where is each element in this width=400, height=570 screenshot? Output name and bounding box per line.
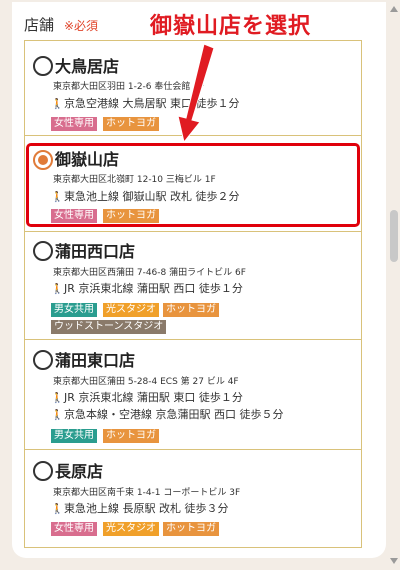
scroll-up-icon[interactable] [390,6,398,12]
tag-light-studio: 光スタジオ [103,303,159,317]
radio-button[interactable] [33,350,53,370]
radio-button[interactable] [33,461,53,481]
tag-hot-yoga: ホットヨガ [163,522,219,536]
store-address: 東京都大田区西蒲田 7-46-8 蒲田ライトビル 6F [53,268,246,278]
scrollbar[interactable] [388,0,400,570]
store-access: 🚶京急本線・空港線 京急蒲田駅 西口 徒歩５分 [51,408,284,421]
annotation-label: 御嶽山店を選択 [150,14,312,39]
required-badge: ※必須 [64,19,99,33]
store-access: 🚶JR 京浜東北線 蒲田駅 東口 徒歩１分 [51,391,243,404]
tag-unisex: 男女共用 [51,303,97,317]
walking-person-icon: 🚶 [51,99,64,110]
tag-women-only: 女性専用 [51,117,97,131]
store-access: 🚶東急池上線 長原駅 改札 徒歩３分 [51,502,229,515]
store-address: 東京都大田区南千束 1-4-1 コーポートビル 3F [53,488,241,498]
store-name: 蒲田西口店 [55,242,136,261]
scroll-thumb[interactable] [390,210,398,262]
store-field-label: 店舗 [24,16,55,34]
tag-unisex: 男女共用 [51,429,97,443]
selection-highlight-box [26,143,360,227]
tag-light-studio: 光スタジオ [103,522,159,536]
scroll-down-icon[interactable] [390,558,398,564]
store-address: 東京都大田区蒲田 5-28-4 ECS 第 27 ビル 4F [53,377,239,387]
walking-person-icon: 🚶 [51,393,64,404]
store-name: 蒲田東口店 [55,351,136,370]
tag-women-only: 女性専用 [51,522,97,536]
tag-wood-stone-studio: ウッドストーンスタジオ [51,320,167,334]
store-option-kamata-nishiguchi[interactable]: 蒲田西口店 東京都大田区西蒲田 7-46-8 蒲田ライトビル 6F 🚶JR 京浜… [25,231,361,339]
walking-person-icon: 🚶 [51,410,64,421]
walking-person-icon: 🚶 [51,284,64,295]
radio-button[interactable] [33,241,53,261]
pointer-arrow-icon [177,44,215,144]
tag-hot-yoga: ホットヨガ [163,303,219,317]
store-name: 長原店 [55,462,104,481]
tag-hot-yoga: ホットヨガ [103,429,159,443]
tag-hot-yoga: ホットヨガ [103,117,159,131]
store-option-kamata-higashiguchi[interactable]: 蒲田東口店 東京都大田区蒲田 5-28-4 ECS 第 27 ビル 4F 🚶JR… [25,339,361,449]
store-access: 🚶JR 京浜東北線 蒲田駅 西口 徒歩１分 [51,282,243,295]
walking-person-icon: 🚶 [51,504,64,515]
radio-button[interactable] [33,56,53,76]
store-option-nagahara[interactable]: 長原店 東京都大田区南千束 1-4-1 コーポートビル 3F 🚶東急池上線 長原… [25,449,361,547]
store-name: 大鳥居店 [55,57,120,76]
